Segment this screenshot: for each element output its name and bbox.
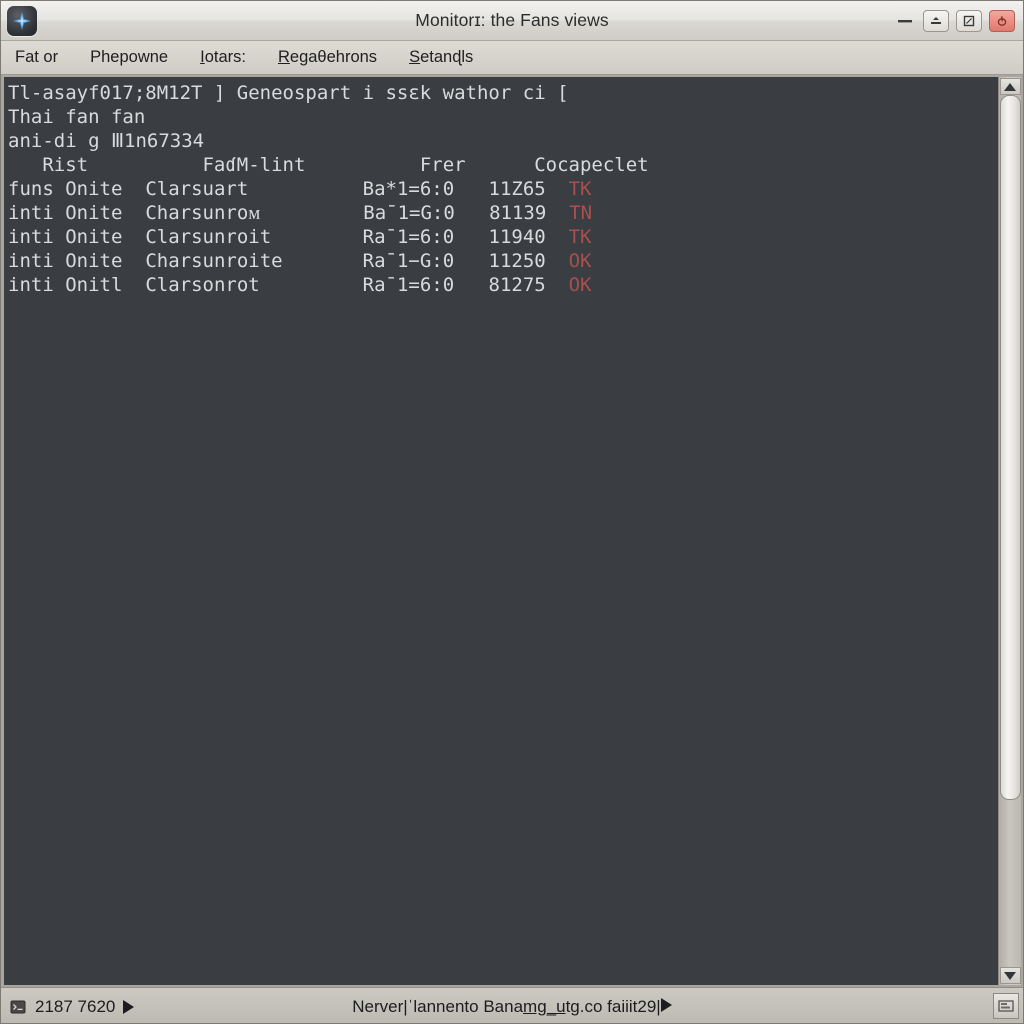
status-center-pre: Nerver|ˈlannento Bana: [352, 996, 524, 1016]
status-left-text: 2187 7620: [35, 996, 116, 1016]
cell-c3: Ra¯1−G:0: [362, 250, 455, 272]
terminal-line-2: Thai fan fan: [8, 106, 146, 128]
cell-c4: 11Z65: [488, 178, 546, 200]
cell-c2: Clarsuart: [145, 178, 249, 200]
window-controls: [894, 1, 1015, 41]
cell-c0: funs: [8, 178, 54, 200]
menu-label: Phepowne: [90, 48, 169, 66]
menu-item-file[interactable]: Fat or: [15, 48, 58, 67]
status-badge: OK: [568, 274, 592, 296]
cell-c3: Ba*1=6:0: [362, 178, 455, 200]
status-center-mnemonic: mg_u: [523, 996, 566, 1016]
compass-star-icon: [7, 5, 37, 36]
cell-c1: Onite: [65, 250, 123, 272]
table-header-row: Rist FaɗM-lint Frer Cocapeclet: [8, 154, 649, 176]
cell-c3: Ra¯1=6:0: [362, 274, 455, 296]
scroll-down-icon[interactable]: [999, 967, 1021, 984]
column-header-cocapeclet: Cocapeclet: [534, 154, 649, 176]
status-center-post: tg.co faiiit29|: [565, 996, 661, 1016]
menu-item-phepowne[interactable]: Phepowne: [90, 48, 168, 67]
cell-c1: Onite: [65, 178, 123, 200]
status-badge: TK: [568, 226, 592, 248]
cell-c4: 11940: [488, 226, 546, 248]
column-header-frer: Frer: [419, 154, 466, 176]
close-icon[interactable]: [989, 10, 1015, 32]
cell-c3: Ba¯1=G:0: [363, 202, 455, 224]
table-row: inti Onitl Clarsonrot Ra¯1=6:0 81275 OK: [8, 274, 591, 296]
status-left-group: 2187 7620: [1, 996, 135, 1017]
cell-c4: 11250: [488, 250, 546, 272]
scrollbar-thumb[interactable]: [999, 95, 1021, 800]
terminal-region: Tl-asayf017;8M12T ] Geneospart i ssɛk wa…: [1, 75, 1023, 987]
cell-c4: 81275: [488, 274, 546, 296]
table-row: inti Onite Charsunroite Ra¯1−G:0 11250 O…: [8, 250, 592, 272]
menu-label: otars:: [204, 48, 246, 66]
terminal-line-1: Tl-asayf017;8M12T ] Geneospart i ssɛk wa…: [8, 82, 569, 104]
resize-grip-icon[interactable]: [993, 993, 1019, 1019]
maximize-icon[interactable]: [956, 10, 982, 32]
menu-item-iotars[interactable]: Iotars:: [200, 48, 246, 67]
cell-c1: Onitl: [65, 274, 123, 296]
cell-c4: 81139: [489, 202, 547, 224]
status-badge: TN: [569, 202, 593, 224]
table-row: funs Onite Clarsuart Ba*1=6:0 11Z65 TK: [8, 178, 591, 200]
window-title: Monitorɪ: the Fans views: [415, 10, 609, 30]
table-row: inti Onite Clarsunroit Ra¯1=6:0 11940 TK: [8, 226, 592, 248]
menu-mnemonic: S: [409, 48, 421, 66]
cell-c2: Charsunroite: [145, 250, 283, 272]
terminal-output[interactable]: Tl-asayf017;8M12T ] Geneospart i ssɛk wa…: [4, 77, 998, 985]
cell-c0: inti: [8, 250, 54, 272]
cell-c1: Onite: [65, 226, 123, 248]
column-header-rist: Rist: [42, 154, 89, 176]
menu-label: etanɖls: [420, 48, 474, 66]
cell-c0: inti: [8, 226, 54, 248]
table-row: inti Onite Charsunroᴍ Ba¯1=G:0 81139 TN: [8, 202, 592, 224]
status-badge: TK: [568, 178, 592, 200]
cell-c2: Clarsonrot: [145, 274, 260, 296]
menu-label: Fat or: [15, 48, 59, 66]
menu-mnemonic: R: [277, 48, 290, 66]
scroll-up-icon[interactable]: [999, 78, 1021, 95]
cell-c0: inti: [8, 202, 54, 224]
status-bar: 2187 7620 Nerver|ˈlannento Banamg_utg.co…: [1, 987, 1023, 1023]
menu-label: egaθehrons: [289, 48, 378, 66]
cell-c3: Ra¯1=6:0: [362, 226, 455, 248]
cell-c2: Charsunroᴍ: [145, 202, 261, 224]
status-badge: OK: [568, 250, 592, 272]
column-header-fadm-lint: FaɗM-lint: [202, 154, 306, 176]
scrollbar-track[interactable]: [999, 95, 1021, 967]
terminal-icon: [9, 998, 27, 1016]
menu-item-setands[interactable]: Setanɖls: [409, 48, 473, 67]
restore-icon[interactable]: [923, 10, 949, 32]
cell-c2: Clarsunroit: [145, 226, 272, 248]
menu-item-regasehrons[interactable]: Regaθehrons: [278, 48, 377, 67]
menu-bar: Fat or Phepowne Iotars: Regaθehrons Seta…: [1, 41, 1023, 75]
minimize-icon[interactable]: [894, 10, 916, 32]
application-window: Monitorɪ: the Fans views Fat or Phepowne…: [0, 0, 1024, 1024]
status-center-text: Nerver|ˈlannento Banamg_utg.co faiiit29|: [1, 997, 1023, 1017]
cell-c1: Onite: [65, 202, 123, 224]
vertical-scrollbar[interactable]: [998, 77, 1021, 985]
cell-c0: inti: [8, 274, 54, 296]
play-triangle-icon[interactable]: [123, 999, 135, 1014]
terminal-line-3: ani-di g Ⅲ1n67334: [8, 130, 205, 152]
play-triangle-icon[interactable]: [660, 997, 672, 1012]
title-bar[interactable]: Monitorɪ: the Fans views: [1, 1, 1023, 41]
